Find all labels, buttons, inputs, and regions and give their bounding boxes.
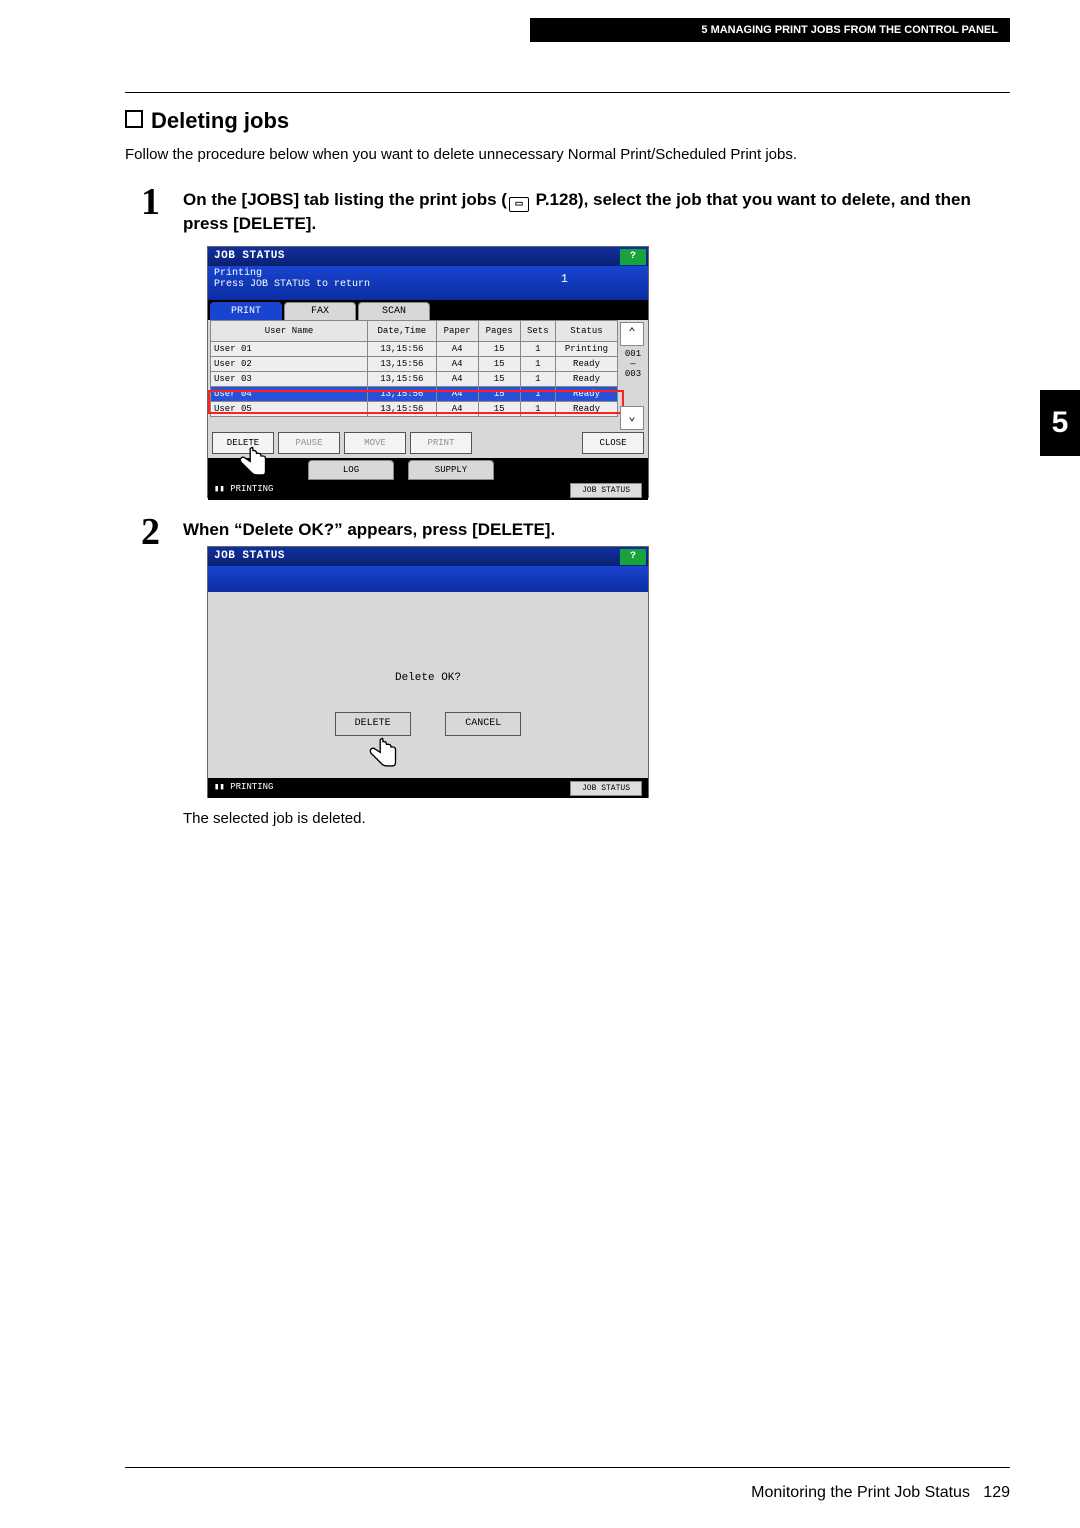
page-header: 5 MANAGING PRINT JOBS FROM THE CONTROL P… xyxy=(530,18,1010,42)
rule-top xyxy=(125,92,1010,93)
job-table: User Name Date,Time Paper Pages Sets Sta… xyxy=(210,320,618,417)
help-button[interactable]: ? xyxy=(620,249,646,265)
cancel-button[interactable]: CANCEL xyxy=(445,712,521,736)
table-row[interactable]: User 0213,15:56A4151Ready xyxy=(211,357,618,372)
tab-fax[interactable]: FAX xyxy=(284,302,356,322)
job-count: 1 xyxy=(561,272,568,286)
tab-supply[interactable]: SUPPLY xyxy=(408,460,494,480)
subheader-empty xyxy=(208,566,648,592)
statusbar: ▮▮ PRINTING JOB STATUS xyxy=(208,480,648,500)
section-title-text: Deleting jobs xyxy=(151,108,289,133)
status-left: ▮▮ PRINTING xyxy=(214,484,273,494)
titlebar: JOB STATUS ? xyxy=(208,247,648,266)
page-footer: Monitoring the Print Job Status 129 xyxy=(751,1484,1010,1502)
chapter-tab: 5 xyxy=(1040,390,1080,456)
footer-text: Monitoring the Print Job Status xyxy=(751,1484,970,1501)
button-row: DELETE PAUSE MOVE PRINT CLOSE xyxy=(208,432,648,458)
titlebar-text: JOB STATUS xyxy=(214,550,285,562)
step-1-text: On the [JOBS] tab listing the print jobs… xyxy=(183,188,1010,236)
table-row[interactable]: User 0513,15:56A4151Ready xyxy=(211,402,618,417)
job-table-area: User Name Date,Time Paper Pages Sets Sta… xyxy=(208,320,648,432)
job-status-button[interactable]: JOB STATUS xyxy=(570,781,642,796)
delete-confirm-panel: JOB STATUS ? Delete OK? DELETE CANCEL ▮▮… xyxy=(207,546,649,798)
dialog-body: Delete OK? DELETE CANCEL xyxy=(208,592,648,778)
confirm-delete-button[interactable]: DELETE xyxy=(335,712,411,736)
page-indicator: 001—003 xyxy=(622,350,644,380)
print-button[interactable]: PRINT xyxy=(410,432,472,454)
section-title: Deleting jobs xyxy=(125,108,289,134)
page-number: 129 xyxy=(983,1484,1010,1501)
col-status: Status xyxy=(555,321,617,342)
col-pages: Pages xyxy=(478,321,520,342)
subheader-line1: Printing xyxy=(214,268,642,279)
table-row-selected[interactable]: User 0413,15:56A4151Ready xyxy=(211,387,618,402)
pause-button[interactable]: PAUSE xyxy=(278,432,340,454)
tab-print[interactable]: PRINT xyxy=(210,302,282,322)
move-button[interactable]: MOVE xyxy=(344,432,406,454)
step-1-number: 1 xyxy=(141,180,160,224)
tab-row: PRINT FAX SCAN xyxy=(208,300,648,320)
col-datetime: Date,Time xyxy=(368,321,437,342)
statusbar: ▮▮ PRINTING JOB STATUS xyxy=(208,778,648,798)
delete-prompt: Delete OK? xyxy=(208,672,648,684)
close-button[interactable]: CLOSE xyxy=(582,432,644,454)
job-status-button[interactable]: JOB STATUS xyxy=(570,483,642,498)
rule-bottom xyxy=(125,1467,1010,1468)
col-paper: Paper xyxy=(436,321,478,342)
titlebar-text: JOB STATUS xyxy=(214,250,285,262)
step-2-number: 2 xyxy=(141,510,160,554)
scroll-up-button[interactable]: ⌃ xyxy=(620,322,644,346)
col-user: User Name xyxy=(211,321,368,342)
table-row[interactable]: User 0113,15:56A4151Printing xyxy=(211,342,618,357)
subheader: Printing Press JOB STATUS to return 1 xyxy=(208,266,648,300)
status-left: ▮▮ PRINTING xyxy=(214,782,273,792)
job-status-panel: JOB STATUS ? Printing Press JOB STATUS t… xyxy=(207,246,649,498)
table-row[interactable]: User 0313,15:56A4151Ready xyxy=(211,372,618,387)
subheader-line2: Press JOB STATUS to return xyxy=(214,279,642,290)
scroll-down-button[interactable]: ⌄ xyxy=(620,406,644,430)
tab-log[interactable]: LOG xyxy=(308,460,394,480)
table-header-row: User Name Date,Time Paper Pages Sets Sta… xyxy=(211,321,618,342)
delete-button[interactable]: DELETE xyxy=(212,432,274,454)
result-text: The selected job is deleted. xyxy=(183,810,366,827)
tab-scan[interactable]: SCAN xyxy=(358,302,430,322)
help-button[interactable]: ? xyxy=(620,549,646,565)
manual-ref-icon: ▭ xyxy=(509,197,529,212)
bullet-square-icon xyxy=(125,110,143,128)
titlebar: JOB STATUS ? xyxy=(208,547,648,566)
col-sets: Sets xyxy=(520,321,555,342)
step-2-text: When “Delete OK?” appears, press [DELETE… xyxy=(183,520,555,540)
pointer-hand-icon xyxy=(364,736,400,776)
bottom-tabs: LOG SUPPLY xyxy=(208,458,648,480)
intro-text: Follow the procedure below when you want… xyxy=(125,146,797,163)
